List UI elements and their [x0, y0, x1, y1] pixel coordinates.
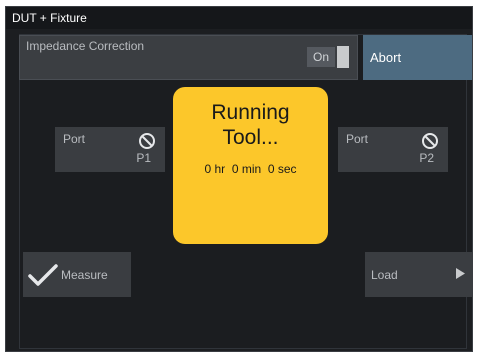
- checkmark-icon: [28, 264, 58, 286]
- measure-button[interactable]: Measure: [23, 252, 131, 297]
- status-title: Running Tool...: [173, 100, 328, 150]
- no-entry-icon: [139, 133, 155, 149]
- port-p1-button[interactable]: Port P1: [55, 127, 165, 172]
- port-value: P2: [419, 151, 434, 165]
- window-title: DUT + Fixture: [6, 7, 472, 29]
- impedance-correction-label: Impedance Correction: [26, 39, 145, 53]
- elapsed-time: 0 hr 0 min 0 sec: [204, 162, 297, 176]
- toggle-knob[interactable]: [337, 46, 350, 68]
- port-p2-button[interactable]: Port P2: [338, 127, 448, 172]
- status-title-line1: Running: [211, 101, 290, 124]
- measure-label: Measure: [61, 268, 108, 282]
- running-status-card: Running Tool... 0 hr 0 min 0 sec: [173, 87, 328, 244]
- impedance-correction-row: Impedance Correction On: [19, 35, 358, 80]
- impedance-toggle[interactable]: On: [307, 46, 351, 68]
- port-value: P1: [136, 151, 151, 165]
- port-label: Port: [63, 132, 86, 146]
- load-label: Load: [371, 268, 398, 282]
- abort-button[interactable]: Abort: [363, 35, 472, 80]
- toggle-state-label: On: [307, 47, 336, 67]
- no-entry-icon: [422, 133, 438, 149]
- play-arrow-icon: [456, 268, 465, 279]
- status-title-line2: Tool...: [222, 126, 279, 149]
- load-button[interactable]: Load: [365, 252, 472, 297]
- port-label: Port: [346, 132, 369, 146]
